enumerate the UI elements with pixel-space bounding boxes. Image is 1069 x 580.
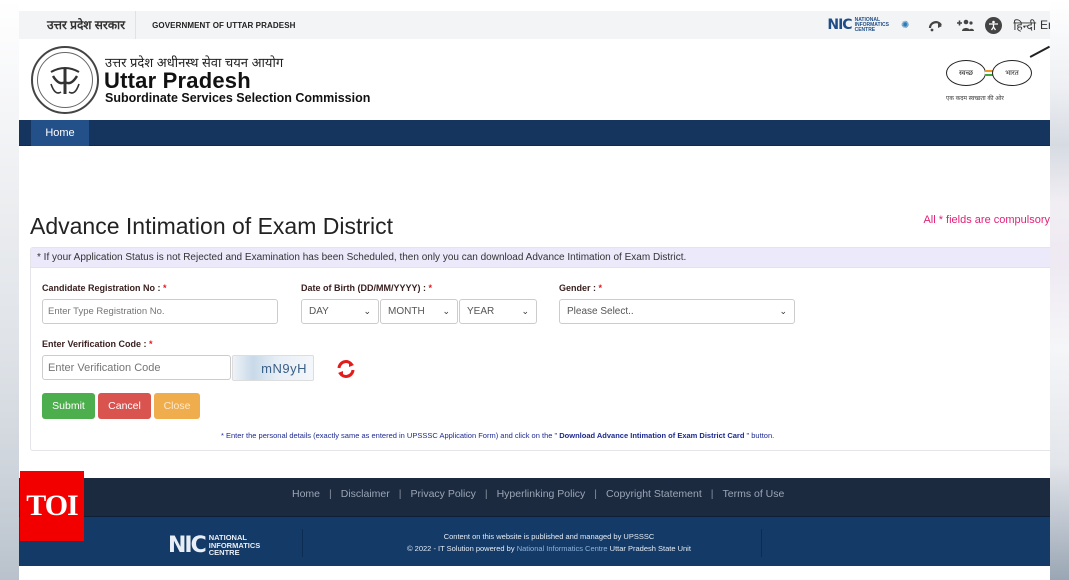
main-navigation: Home <box>19 120 1050 146</box>
required-mark: * <box>163 283 167 293</box>
required-mark: * <box>598 283 603 293</box>
captcha-image: mN9yH <box>232 355 314 381</box>
footer-credit-text: Content on this website is published and… <box>319 531 779 555</box>
gender-select[interactable]: Please Select.. ⌄ <box>559 299 795 324</box>
separator: | <box>329 488 332 500</box>
skip-to-content-icon[interactable] <box>927 16 945 34</box>
nav-item-home[interactable]: Home <box>31 120 89 146</box>
footer-links-bar: Home | Disclaimer | Privacy Policy | Hyperl… <box>19 478 1050 516</box>
footer-credits: NIC NATIONAL INFORMATICS CENTRE Content … <box>19 516 1050 566</box>
government-bar: उत्तर प्रदेश सरकार GOVERNMENT OF UTTAR P… <box>19 11 1050 39</box>
compulsory-fields-note: All * fields are compulsory <box>923 214 1050 226</box>
footer-link-terms[interactable]: Terms of Use <box>722 488 784 500</box>
footer-link-disclaimer[interactable]: Disclaimer <box>341 488 390 500</box>
separator: | <box>484 488 488 500</box>
chevron-down-icon: ⌄ <box>779 306 787 316</box>
dob-label: Date of Birth (DD/MM/YYYY) : * <box>301 283 433 293</box>
chevron-down-icon: ⌄ <box>442 306 450 316</box>
swachh-left-lens: स्वच्छ <box>946 60 986 86</box>
footer-link-privacy-policy[interactable]: Privacy Policy <box>411 488 476 500</box>
page-title: Advance Intimation of Exam District <box>30 213 394 239</box>
header-subtitle: Subordinate Services Selection Commissio… <box>105 91 371 105</box>
nic-mark: NIC <box>827 17 852 33</box>
separator: | <box>398 488 402 500</box>
footer-link-hyperlinking-policy[interactable]: Hyperlinking Policy <box>497 488 586 500</box>
gov-english-label: GOVERNMENT OF UTTAR PRADESH <box>152 20 296 30</box>
toi-watermark-logo: TOI <box>20 471 84 541</box>
left-edge-blur <box>0 0 19 580</box>
nic-logo-footer[interactable]: NIC NATIONAL INFORMATICS CENTRE <box>168 533 260 558</box>
submit-button[interactable]: Submit <box>42 393 95 419</box>
footer-link-copyright[interactable]: Copyright Statement <box>606 488 702 500</box>
footer-links: Home | Disclaimer | Privacy Policy | Hyperl… <box>292 488 784 500</box>
dob-day-select[interactable]: DAY ⌄ <box>301 299 379 324</box>
swachh-bharat-logo: स्वच्छ भारत एक कदम स्वच्छता की ओर <box>946 45 1050 110</box>
form-panel: * If your Application Status is not Reje… <box>30 247 1050 451</box>
registration-number-input[interactable] <box>42 299 278 324</box>
gov-bar-tools: NIC NATIONAL INFORMATICS CENTRE ✺ हिन्दी… <box>827 11 1050 39</box>
dob-year-select[interactable]: YEAR ⌄ <box>459 299 537 324</box>
swachh-tagline: एक कदम स्वच्छता की ओर <box>946 96 1004 102</box>
required-mark: * <box>428 283 433 293</box>
emblem-icon <box>37 52 93 108</box>
separator: | <box>710 488 714 500</box>
gender-label: Gender : * <box>559 283 603 293</box>
screenshot-frame: उत्तर प्रदेश सरकार GOVERNMENT OF UTTAR P… <box>0 0 1069 580</box>
nic-words: NATIONAL INFORMATICS CENTRE <box>208 533 261 558</box>
add-user-icon[interactable] <box>956 16 975 34</box>
swachh-right-lens: भारत <box>992 60 1032 86</box>
required-mark: * <box>149 339 153 349</box>
glasses-arm <box>1029 45 1050 58</box>
gear-icon[interactable]: ✺ <box>901 20 909 31</box>
language-english-link[interactable]: English <box>1040 18 1050 32</box>
nic-words: NATIONAL INFORMATICS CENTRE <box>854 16 889 33</box>
right-edge-blur <box>1050 0 1069 580</box>
chevron-down-icon: ⌄ <box>363 306 371 316</box>
site-header: उत्तर प्रदेश अधीनस्थ सेवा चयन आयोग Uttar… <box>19 40 1050 120</box>
info-banner: * If your Application Status is not Reje… <box>31 248 1050 268</box>
separator: | <box>594 488 598 500</box>
chevron-down-icon: ⌄ <box>521 306 529 316</box>
cancel-button[interactable]: Cancel <box>98 393 151 419</box>
gov-hindi-label: उत्तर प्रदेश सरकार <box>19 11 137 39</box>
footer-divider <box>761 529 762 557</box>
verification-code-input[interactable] <box>42 355 231 380</box>
nic-link[interactable]: National Informatics Centre <box>517 544 608 553</box>
footer-link-home[interactable]: Home <box>292 488 320 500</box>
accessibility-icon[interactable] <box>985 16 1003 34</box>
registration-label: Candidate Registration No : * <box>42 283 167 293</box>
close-button[interactable]: Close <box>154 393 200 419</box>
nic-mark: NIC <box>168 533 207 558</box>
up-emblem-logo[interactable] <box>31 46 99 114</box>
footer-copyright: © 2022 - IT Solution powered by National… <box>407 544 691 553</box>
verification-label: Enter Verification Code : * <box>42 339 153 349</box>
nic-logo-small[interactable]: NIC NATIONAL INFORMATICS CENTRE <box>827 17 889 33</box>
instruction-note: * Enter the personal details (exactly sa… <box>221 431 775 440</box>
footer-managed-by: Content on this website is published and… <box>443 532 655 541</box>
footer-divider <box>302 529 303 557</box>
refresh-captcha-icon[interactable] <box>335 358 357 380</box>
page: उत्तर प्रदेश सरकार GOVERNMENT OF UTTAR P… <box>19 0 1050 580</box>
dob-month-select[interactable]: MONTH ⌄ <box>380 299 458 324</box>
language-hindi-link[interactable]: हिन्दी <box>1013 17 1036 34</box>
